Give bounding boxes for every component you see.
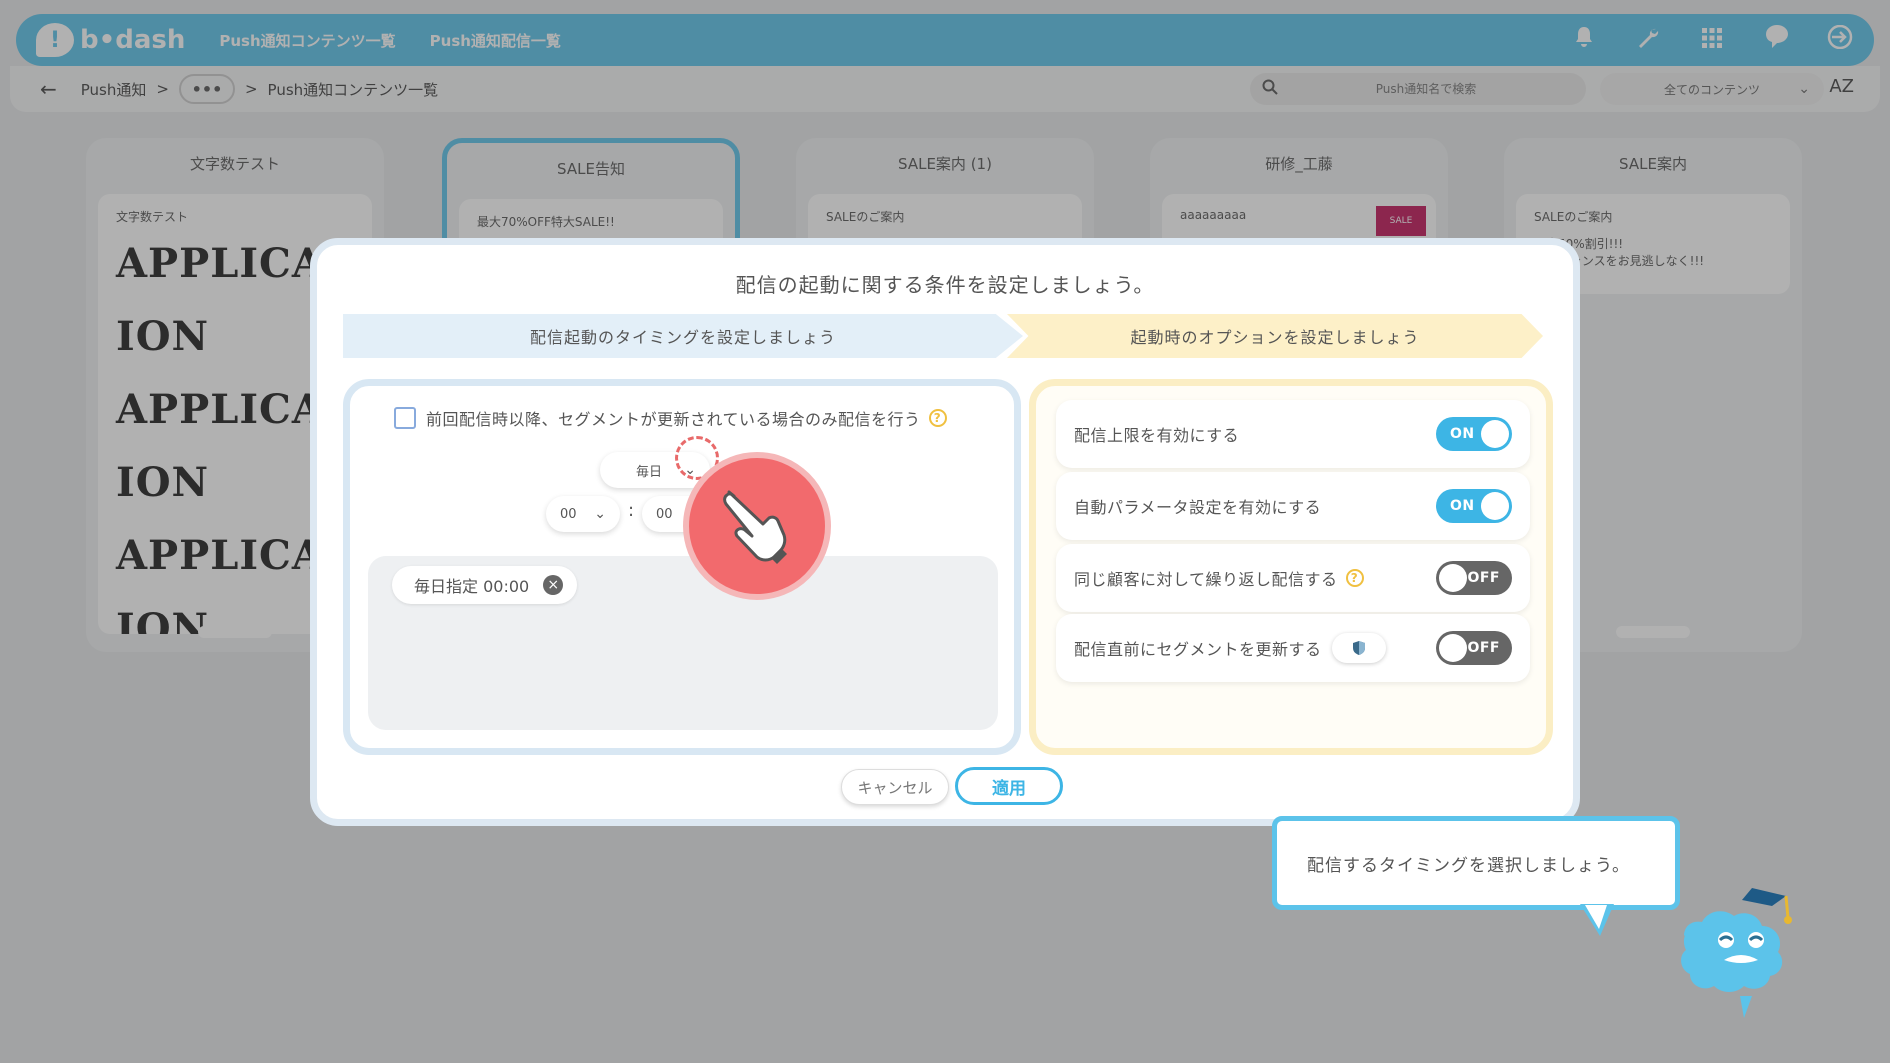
option-segment-refresh: 配信直前にセグメントを更新する OFF (1056, 614, 1530, 682)
selected-timings-box: 毎日指定 00:00 × (368, 556, 998, 730)
option-repeat-delivery: 同じ顧客に対して繰り返し配信する ? OFF (1056, 544, 1530, 612)
toggle-state: ON (1450, 426, 1475, 442)
option-label: 配信直前にセグメントを更新する (1074, 640, 1322, 659)
segment-updated-checkbox[interactable] (394, 407, 416, 429)
timing-tag: 毎日指定 00:00 × (392, 566, 578, 604)
toggle-knob (1481, 492, 1509, 520)
close-icon[interactable]: × (543, 575, 564, 595)
option-delivery-limit: 配信上限を有効にする ON (1056, 400, 1530, 468)
toggle-state: OFF (1467, 570, 1500, 586)
repeat-delivery-toggle[interactable]: OFF (1436, 561, 1512, 595)
cancel-button[interactable]: キャンセル (841, 769, 949, 805)
delivery-trigger-modal: 配信の起動に関する条件を設定しましょう。 配信起動のタイミングを設定しましょう … (310, 238, 1580, 826)
frequency-value: 毎日 (636, 464, 663, 480)
option-label: 自動パラメータ設定を有効にする (1074, 498, 1322, 517)
help-icon[interactable]: ? (1345, 569, 1364, 587)
hour-value: 00 (560, 506, 577, 522)
chevron-down-icon: ⌄ (594, 506, 606, 522)
toggle-state: ON (1450, 498, 1475, 514)
segment-updated-label: 前回配信時以降、セグメントが更新されている場合のみ配信を行う (426, 410, 921, 429)
toggle-knob (1481, 420, 1509, 448)
option-label: 同じ顧客に対して繰り返し配信する (1074, 570, 1338, 589)
minute-value: 00 (656, 506, 673, 522)
tutorial-tooltip: 配信するタイミングを選択しましょう。 (1272, 816, 1680, 910)
option-auto-parameter: 自動パラメータ設定を有効にする ON (1056, 472, 1530, 540)
auto-parameter-toggle[interactable]: ON (1436, 489, 1512, 523)
options-panel: 配信上限を有効にする ON 自動パラメータ設定を有効にする ON 同じ顧客に対し… (1029, 379, 1553, 755)
time-colon: : (628, 500, 635, 521)
tooltip-text: 配信するタイミングを選択しましょう。 (1307, 855, 1630, 876)
modal-title: 配信の起動に関する条件を設定しましょう。 (735, 273, 1155, 297)
app-root: ! b•dash Push通知コンテンツ一覧 Push通知配信一覧 ← Push… (0, 0, 1890, 1063)
timing-tag-label: 毎日指定 00:00 (414, 577, 530, 596)
segment-refresh-toggle[interactable]: OFF (1436, 631, 1512, 665)
step-timing: 配信起動のタイミングを設定しましょう (343, 314, 1023, 358)
hand-pointer-icon (683, 452, 831, 600)
option-label: 配信上限を有効にする (1074, 426, 1240, 445)
help-icon[interactable]: ? (928, 409, 947, 427)
hour-select[interactable]: 00 ⌄ (546, 496, 620, 532)
segment-updated-row: 前回配信時以降、セグメントが更新されている場合のみ配信を行う ? (394, 406, 947, 430)
step-options: 起動時のオプションを設定しましょう (1007, 314, 1543, 358)
mascot-icon (1681, 888, 1792, 1018)
delivery-limit-toggle[interactable]: ON (1436, 417, 1512, 451)
toggle-state: OFF (1467, 640, 1500, 656)
shield-icon[interactable] (1331, 633, 1386, 663)
toggle-knob (1439, 564, 1467, 592)
toggle-knob (1439, 634, 1467, 662)
timing-panel: 前回配信時以降、セグメントが更新されている場合のみ配信を行う ? 毎日 ⌄ 指定… (343, 379, 1021, 755)
tooltip-tail-inner (1585, 905, 1607, 929)
apply-button[interactable]: 適用 (955, 767, 1063, 805)
